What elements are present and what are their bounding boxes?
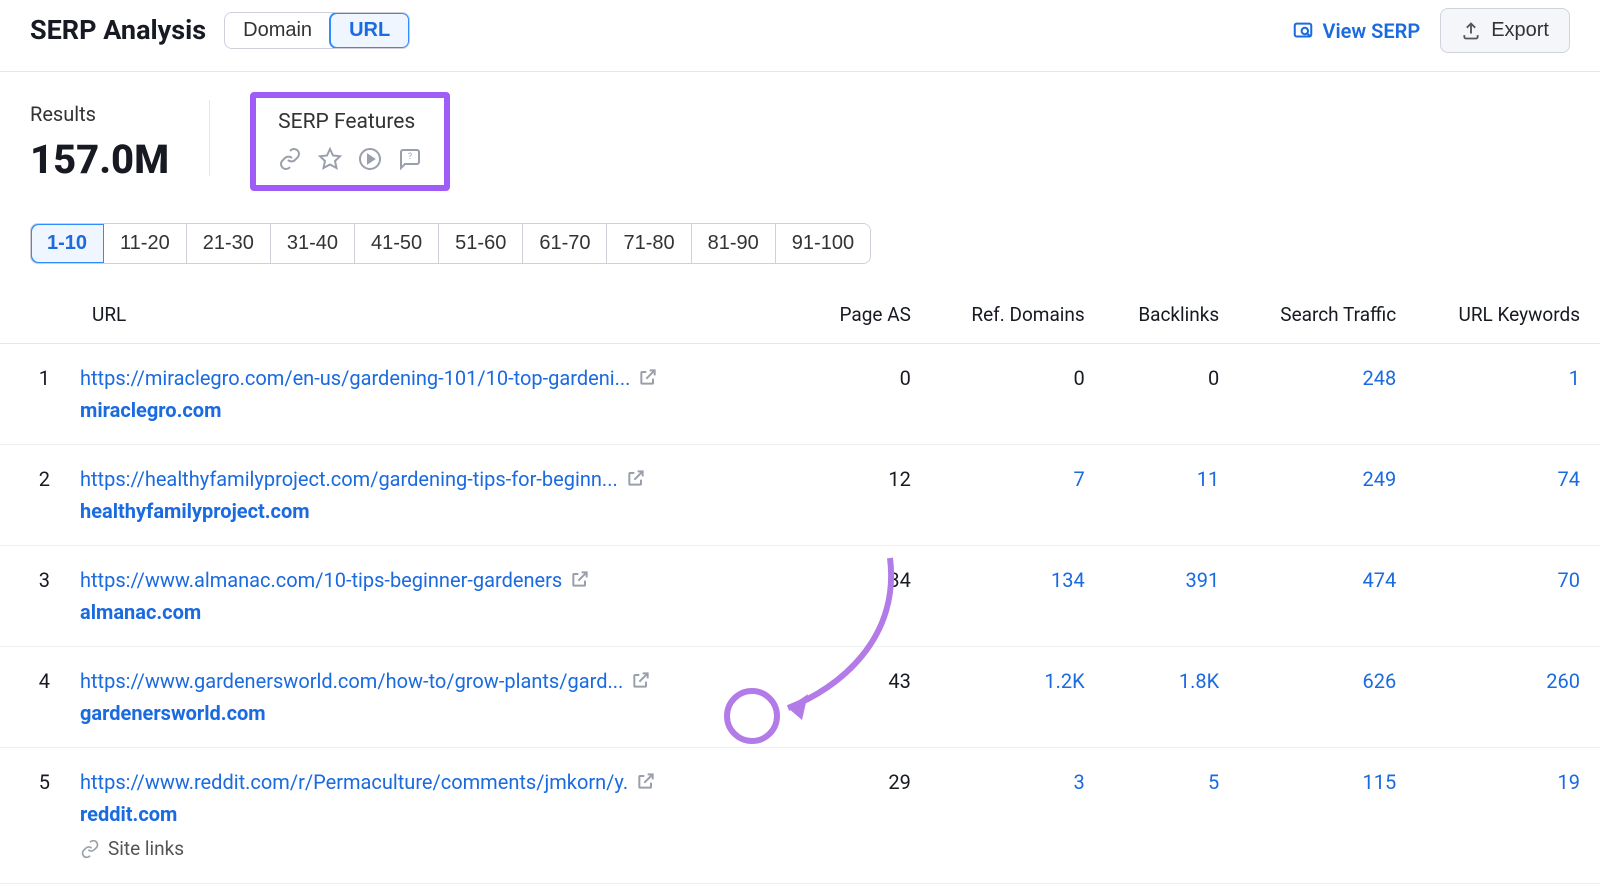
serp-icon [1292, 20, 1314, 42]
cell-backlinks: 0 [1105, 343, 1240, 444]
results-label: Results [30, 100, 169, 128]
url-cell: https://www.almanac.com/10-tips-beginner… [70, 545, 808, 646]
toggle-domain[interactable]: Domain [225, 13, 330, 48]
cell-page-as: 12 [808, 444, 931, 545]
view-serp-link[interactable]: View SERP [1292, 17, 1420, 45]
page-btn-81-90[interactable]: 81-90 [692, 224, 776, 263]
table-row: 2 https://healthyfamilyproject.com/garden… [0, 444, 1600, 545]
page-btn-41-50[interactable]: 41-50 [355, 224, 439, 263]
results-block: Results 157.0M [30, 100, 169, 188]
cell-backlinks[interactable]: 1.8K [1105, 646, 1240, 747]
row-index: 5 [0, 747, 70, 883]
cell-search-traffic[interactable]: 248 [1239, 343, 1416, 444]
row-index: 2 [0, 444, 70, 545]
cell-url-keywords[interactable]: 19 [1416, 747, 1600, 883]
url-cell: https://healthyfamilyproject.com/gardeni… [70, 444, 808, 545]
cell-ref-domains[interactable]: 134 [931, 545, 1105, 646]
link-icon [278, 147, 302, 171]
serp-features-block: SERP Features ? [250, 92, 450, 191]
cell-search-traffic[interactable]: 626 [1239, 646, 1416, 747]
cell-backlinks[interactable]: 11 [1105, 444, 1240, 545]
col-page-as[interactable]: Page AS [808, 288, 931, 343]
cell-ref-domains[interactable]: 1.2K [931, 646, 1105, 747]
export-icon [1461, 21, 1481, 41]
export-label: Export [1491, 19, 1549, 42]
result-domain-link[interactable]: almanac.com [80, 598, 788, 626]
row-index: 4 [0, 646, 70, 747]
stats-divider [209, 100, 210, 176]
result-url-link[interactable]: https://healthyfamilyproject.com/gardeni… [80, 467, 618, 491]
view-serp-label: View SERP [1322, 17, 1420, 45]
cell-url-keywords[interactable]: 260 [1416, 646, 1600, 747]
url-cell: https://miraclegro.com/en-us/gardening-1… [70, 343, 808, 444]
result-domain-link[interactable]: miraclegro.com [80, 396, 788, 424]
toggle-url[interactable]: URL [329, 12, 410, 49]
result-url-link[interactable]: https://www.gardenersworld.com/how-to/gr… [80, 669, 623, 693]
serp-features-label: SERP Features [278, 108, 422, 137]
cell-search-traffic[interactable]: 115 [1239, 747, 1416, 883]
cell-ref-domains: 0 [931, 343, 1105, 444]
cell-page-as: 43 [808, 646, 931, 747]
page-btn-1-10[interactable]: 1-10 [31, 224, 104, 263]
external-link-icon[interactable] [570, 568, 590, 588]
header: SERP Analysis Domain URL View SERP Expor… [0, 0, 1600, 72]
view-toggle: Domain URL [224, 12, 410, 49]
cell-page-as: 34 [808, 545, 931, 646]
cell-search-traffic[interactable]: 474 [1239, 545, 1416, 646]
stats-row: Results 157.0M SERP Features ? [0, 72, 1600, 223]
page-btn-11-20[interactable]: 11-20 [104, 224, 187, 263]
result-domain-link[interactable]: gardenersworld.com [80, 699, 788, 727]
cell-search-traffic[interactable]: 249 [1239, 444, 1416, 545]
pagination: 1-1011-2021-3031-4041-5051-6061-7071-808… [30, 223, 871, 264]
col-search-traffic[interactable]: Search Traffic [1239, 288, 1416, 343]
svg-text:?: ? [408, 152, 412, 162]
cell-backlinks[interactable]: 5 [1105, 747, 1240, 883]
video-icon [358, 147, 382, 171]
result-url-link[interactable]: https://www.reddit.com/r/Permaculture/co… [80, 770, 628, 794]
external-link-icon[interactable] [638, 366, 658, 386]
sitelinks-badge: Site links [80, 836, 788, 863]
results-table: URL Page AS Ref. Domains Backlinks Searc… [0, 288, 1600, 883]
external-link-icon[interactable] [626, 467, 646, 487]
page-btn-51-60[interactable]: 51-60 [439, 224, 523, 263]
table-row: 4 https://www.gardenersworld.com/how-to/g… [0, 646, 1600, 747]
url-cell: https://www.reddit.com/r/Permaculture/co… [70, 747, 808, 883]
cell-ref-domains[interactable]: 7 [931, 444, 1105, 545]
page-btn-21-30[interactable]: 21-30 [187, 224, 271, 263]
cell-url-keywords[interactable]: 74 [1416, 444, 1600, 545]
col-url[interactable]: URL [70, 288, 808, 343]
result-domain-link[interactable]: healthyfamilyproject.com [80, 497, 788, 525]
page-btn-91-100[interactable]: 91-100 [776, 224, 870, 263]
result-url-link[interactable]: https://www.almanac.com/10-tips-beginner… [80, 568, 562, 592]
results-value: 157.0M [30, 132, 169, 188]
star-icon [318, 147, 342, 171]
cell-url-keywords[interactable]: 70 [1416, 545, 1600, 646]
col-url-keywords[interactable]: URL Keywords [1416, 288, 1600, 343]
external-link-icon[interactable] [631, 669, 651, 689]
result-domain-link[interactable]: reddit.com [80, 800, 788, 828]
url-cell: https://www.gardenersworld.com/how-to/gr… [70, 646, 808, 747]
page-title: SERP Analysis [30, 12, 206, 50]
page-btn-71-80[interactable]: 71-80 [607, 224, 691, 263]
page-btn-61-70[interactable]: 61-70 [523, 224, 607, 263]
result-url-link[interactable]: https://miraclegro.com/en-us/gardening-1… [80, 366, 630, 390]
table-row: 5 https://www.reddit.com/r/Permaculture/c… [0, 747, 1600, 883]
row-index: 1 [0, 343, 70, 444]
page-btn-31-40[interactable]: 31-40 [271, 224, 355, 263]
table-row: 3 https://www.almanac.com/10-tips-beginne… [0, 545, 1600, 646]
cell-ref-domains[interactable]: 3 [931, 747, 1105, 883]
col-ref-domains[interactable]: Ref. Domains [931, 288, 1105, 343]
export-button[interactable]: Export [1440, 8, 1570, 53]
cell-page-as: 29 [808, 747, 931, 883]
cell-page-as: 0 [808, 343, 931, 444]
col-backlinks[interactable]: Backlinks [1105, 288, 1240, 343]
cell-backlinks[interactable]: 391 [1105, 545, 1240, 646]
external-link-icon[interactable] [636, 770, 656, 790]
faq-icon: ? [398, 147, 422, 171]
cell-url-keywords[interactable]: 1 [1416, 343, 1600, 444]
table-row: 1 https://miraclegro.com/en-us/gardening-… [0, 343, 1600, 444]
row-index: 3 [0, 545, 70, 646]
